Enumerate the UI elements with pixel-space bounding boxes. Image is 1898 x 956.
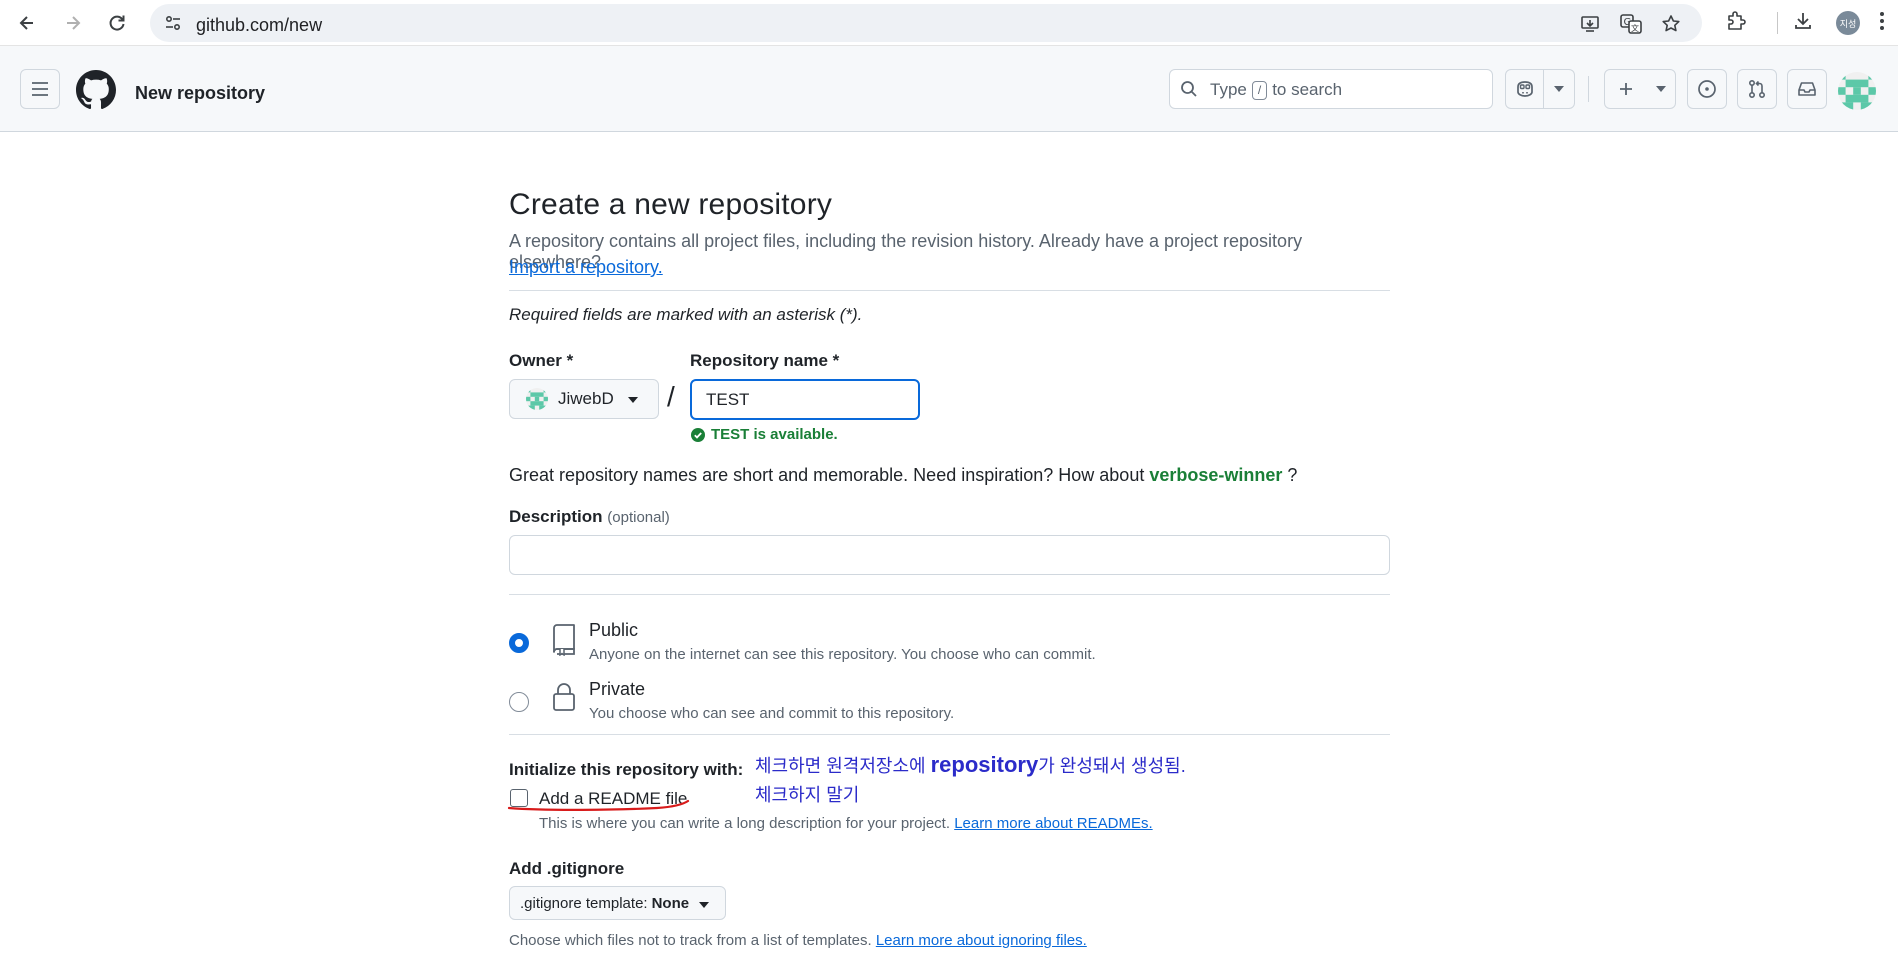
handwritten-annotation-line1: 체크하면 원격저장소에 repository가 완성돼서 생성됨. — [755, 752, 1186, 778]
reload-icon — [109, 15, 125, 31]
annotation-highlight-word: repository — [930, 752, 1039, 777]
description-label: Description (optional) — [509, 507, 670, 527]
red-underline-annotation — [507, 799, 690, 811]
search-placeholder-suffix: to search — [1272, 80, 1343, 99]
availability-message: TEST is available. — [691, 426, 838, 443]
back-button[interactable] — [14, 10, 40, 36]
gitignore-select-value: None — [651, 894, 690, 912]
section-divider — [509, 594, 1390, 595]
reload-button[interactable] — [104, 10, 130, 36]
section-divider — [509, 290, 1390, 291]
availability-text: TEST is available. — [711, 426, 838, 443]
public-title: Public — [589, 620, 639, 640]
readme-description: This is where you can write a long descr… — [539, 815, 1153, 832]
suggested-name-link[interactable]: verbose-winner — [1149, 465, 1282, 485]
public-description: Anyone on the internet can see this repo… — [589, 646, 1096, 663]
inbox-button[interactable] — [1787, 69, 1827, 109]
initialize-label: Initialize this repository with: — [509, 760, 744, 779]
gitignore-label: Add .gitignore — [509, 859, 625, 878]
import-repository-link[interactable]: Import a repository. — [509, 257, 663, 278]
repo-name-label: Repository name * — [690, 351, 840, 370]
github-header: New repository Type / to search — [0, 46, 1898, 132]
search-icon — [1180, 80, 1198, 103]
extensions-icon[interactable] — [1725, 10, 1747, 37]
chevron-down-icon[interactable] — [1544, 70, 1574, 108]
browser-toolbar: github.com/new G文 지성 — [0, 0, 1898, 46]
private-radio[interactable] — [509, 692, 529, 712]
chevron-down-icon — [699, 895, 710, 912]
repository-name-input[interactable] — [690, 379, 920, 420]
inspiration-end: ? — [1287, 465, 1298, 485]
bookmark-star-icon[interactable] — [1661, 14, 1681, 39]
owner-label: Owner * — [509, 351, 574, 370]
arrow-right-icon — [67, 16, 81, 30]
copilot-button[interactable] — [1505, 69, 1575, 109]
form-heading: Create a new repository — [509, 188, 833, 221]
issues-button[interactable] — [1687, 69, 1727, 109]
search-placeholder: Type / to search — [1210, 80, 1342, 100]
site-info-icon[interactable] — [164, 14, 182, 37]
github-logo-icon[interactable] — [76, 70, 116, 115]
chevron-down-icon — [627, 390, 638, 408]
gitignore-help-text: Choose which files not to track from a l… — [509, 932, 872, 949]
readme-description-text: This is where you can write a long descr… — [539, 815, 951, 832]
install-app-icon[interactable] — [1580, 14, 1600, 39]
optional-tag: (optional) — [607, 509, 670, 526]
required-fields-note: Required fields are marked with an aster… — [509, 305, 863, 324]
gitignore-help: Choose which files not to track from a l… — [509, 932, 1087, 949]
search-placeholder-prefix: Type — [1210, 80, 1247, 99]
create-new-button[interactable] — [1604, 69, 1676, 109]
section-divider — [509, 734, 1390, 735]
forward-button[interactable] — [60, 10, 86, 36]
pull-requests-button[interactable] — [1737, 69, 1777, 109]
inbox-icon — [1798, 82, 1816, 96]
kebab-menu-icon[interactable] — [1878, 10, 1886, 37]
download-icon[interactable] — [1792, 10, 1814, 37]
git-pull-request-icon — [1748, 79, 1766, 99]
private-title: Private — [589, 679, 646, 699]
handwritten-annotation-line2: 체크하지 말기 — [755, 785, 860, 805]
learn-more-readmes-link[interactable]: Learn more about READMEs. — [954, 815, 1152, 832]
search-shortcut-key: / — [1251, 80, 1268, 100]
toolbar-divider — [1777, 12, 1778, 34]
lock-icon — [552, 682, 576, 717]
annotation-text-before: 체크하면 원격저장소에 — [755, 756, 926, 776]
page-title[interactable]: New repository — [135, 83, 265, 104]
hamburger-menu-button[interactable] — [20, 69, 60, 109]
private-description: You choose who can see and commit to thi… — [589, 705, 955, 722]
description-label-text: Description — [509, 507, 603, 526]
hamburger-icon — [32, 82, 48, 96]
owner-avatar — [526, 388, 548, 410]
description-input[interactable] — [509, 535, 1390, 575]
owner-select[interactable]: JiwebD — [509, 379, 659, 419]
user-avatar[interactable] — [1838, 72, 1876, 110]
svg-text:文: 文 — [1631, 23, 1639, 33]
translate-icon[interactable]: G文 — [1620, 14, 1642, 39]
check-circle-icon — [691, 427, 705, 442]
chevron-down-icon[interactable] — [1647, 70, 1675, 108]
public-radio[interactable] — [509, 633, 529, 653]
inspiration-text: Great repository names are short and mem… — [509, 465, 1145, 485]
address-bar[interactable]: github.com/new G文 — [150, 4, 1702, 42]
repo-icon — [552, 624, 576, 661]
url-text[interactable]: github.com/new — [196, 15, 322, 36]
search-input[interactable]: Type / to search — [1169, 69, 1493, 109]
plus-icon[interactable] — [1605, 70, 1647, 108]
annotation-text-after: 가 완성돼서 생성됨. — [1038, 756, 1186, 776]
arrow-left-icon — [19, 16, 33, 30]
owner-repo-separator: / — [667, 381, 675, 412]
learn-more-ignoring-files-link[interactable]: Learn more about ignoring files. — [876, 932, 1087, 949]
owner-name: JiwebD — [558, 389, 614, 408]
issue-opened-icon — [1698, 80, 1716, 98]
gitignore-select-prefix: .gitignore template: — [520, 894, 648, 912]
browser-profile-avatar[interactable]: 지성 — [1836, 11, 1860, 35]
name-inspiration: Great repository names are short and mem… — [509, 465, 1297, 486]
header-divider — [1588, 76, 1589, 102]
gitignore-template-select[interactable]: .gitignore template: None — [509, 886, 726, 920]
copilot-icon[interactable] — [1506, 70, 1543, 108]
